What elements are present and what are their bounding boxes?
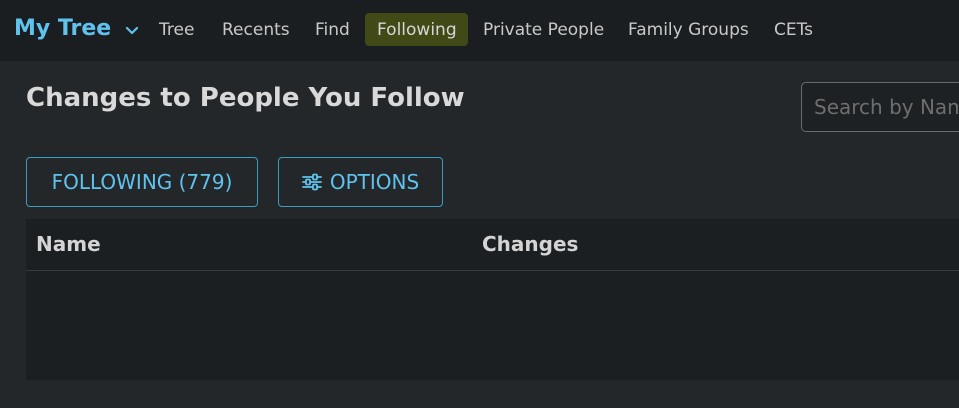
nav-item-private-people[interactable]: Private People [471, 13, 616, 46]
chevron-down-icon [126, 26, 139, 34]
nav-item-cets[interactable]: CETs [762, 13, 825, 46]
page-title: Changes to People You Follow [26, 83, 465, 113]
sliders-icon [301, 173, 322, 191]
nav-item-tree[interactable]: Tree [147, 13, 206, 46]
nav-item-following[interactable]: Following [365, 13, 468, 46]
nav-item-recents[interactable]: Recents [210, 13, 302, 46]
changes-table: Name Changes [26, 219, 959, 380]
my-tree-menu[interactable]: My Tree [14, 16, 139, 41]
table-header: Name Changes [26, 219, 959, 271]
options-button-label: OPTIONS [329, 170, 420, 194]
top-navigation-bar: My Tree Tree Recents Find Following Priv… [0, 0, 959, 61]
column-header-name[interactable]: Name [36, 232, 101, 256]
following-button-label: FOLLOWING (779) [51, 170, 233, 194]
nav-item-find[interactable]: Find [303, 13, 362, 46]
search-input[interactable] [801, 82, 959, 132]
brand-label: My Tree [14, 16, 112, 41]
options-button[interactable]: OPTIONS [278, 157, 443, 207]
following-button[interactable]: FOLLOWING (779) [26, 157, 258, 207]
nav-item-family-groups[interactable]: Family Groups [616, 13, 761, 46]
column-header-changes[interactable]: Changes [482, 232, 578, 256]
